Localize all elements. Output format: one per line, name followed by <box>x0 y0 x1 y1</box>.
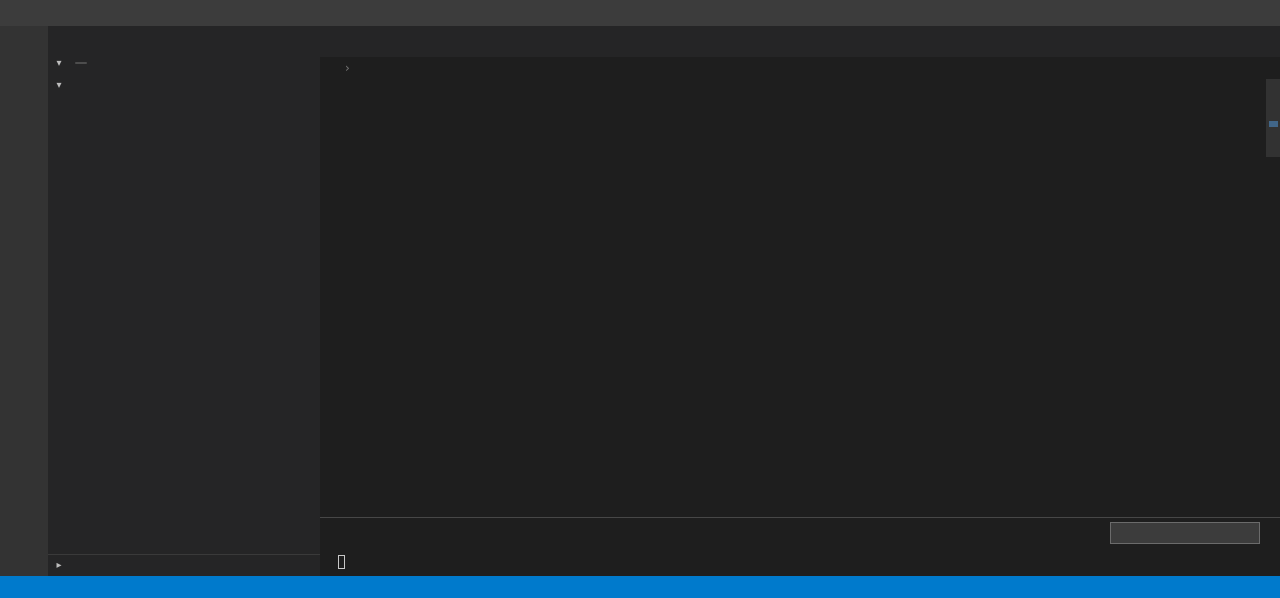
chevron-down-icon: ▾ <box>56 57 62 69</box>
folder-section-header[interactable]: ▾ <box>48 74 320 96</box>
maximize-button[interactable] <box>1190 0 1235 26</box>
window-controls <box>1145 0 1280 26</box>
chevron-right-icon: ▸ <box>56 560 62 571</box>
minimize-button[interactable] <box>1145 0 1190 26</box>
open-editors-header[interactable]: ▾ <box>48 52 320 74</box>
terminal-picker-dropdown[interactable] <box>1110 522 1260 544</box>
breadcrumb-separator-icon: › <box>345 61 350 75</box>
bottom-panel <box>320 517 1280 576</box>
outline-section-header[interactable]: ▸ <box>48 554 320 576</box>
sidebar-explorer: ▾ ▾ ▸ <box>48 26 320 576</box>
breadcrumb[interactable]: › <box>320 57 1280 79</box>
terminal-cursor <box>338 555 345 569</box>
activity-bar <box>0 26 48 576</box>
editor-area: › <box>320 26 1280 576</box>
panel-header <box>320 518 1280 548</box>
editor-actions <box>1274 26 1280 57</box>
terminal[interactable] <box>320 548 1280 576</box>
close-button[interactable] <box>1235 0 1280 26</box>
panel-actions <box>1110 522 1280 544</box>
sidebar-title <box>48 26 320 52</box>
code-editor[interactable] <box>320 79 1280 517</box>
editor-scrollbar[interactable] <box>1266 79 1280 157</box>
status-bar <box>0 576 1280 598</box>
unsaved-count-badge <box>75 62 87 64</box>
editor-tab-bar <box>320 26 1280 57</box>
chevron-down-icon: ▾ <box>56 79 62 91</box>
vscode-window: ▾ ▾ ▸ › <box>0 0 1280 598</box>
title-bar <box>0 0 1280 26</box>
